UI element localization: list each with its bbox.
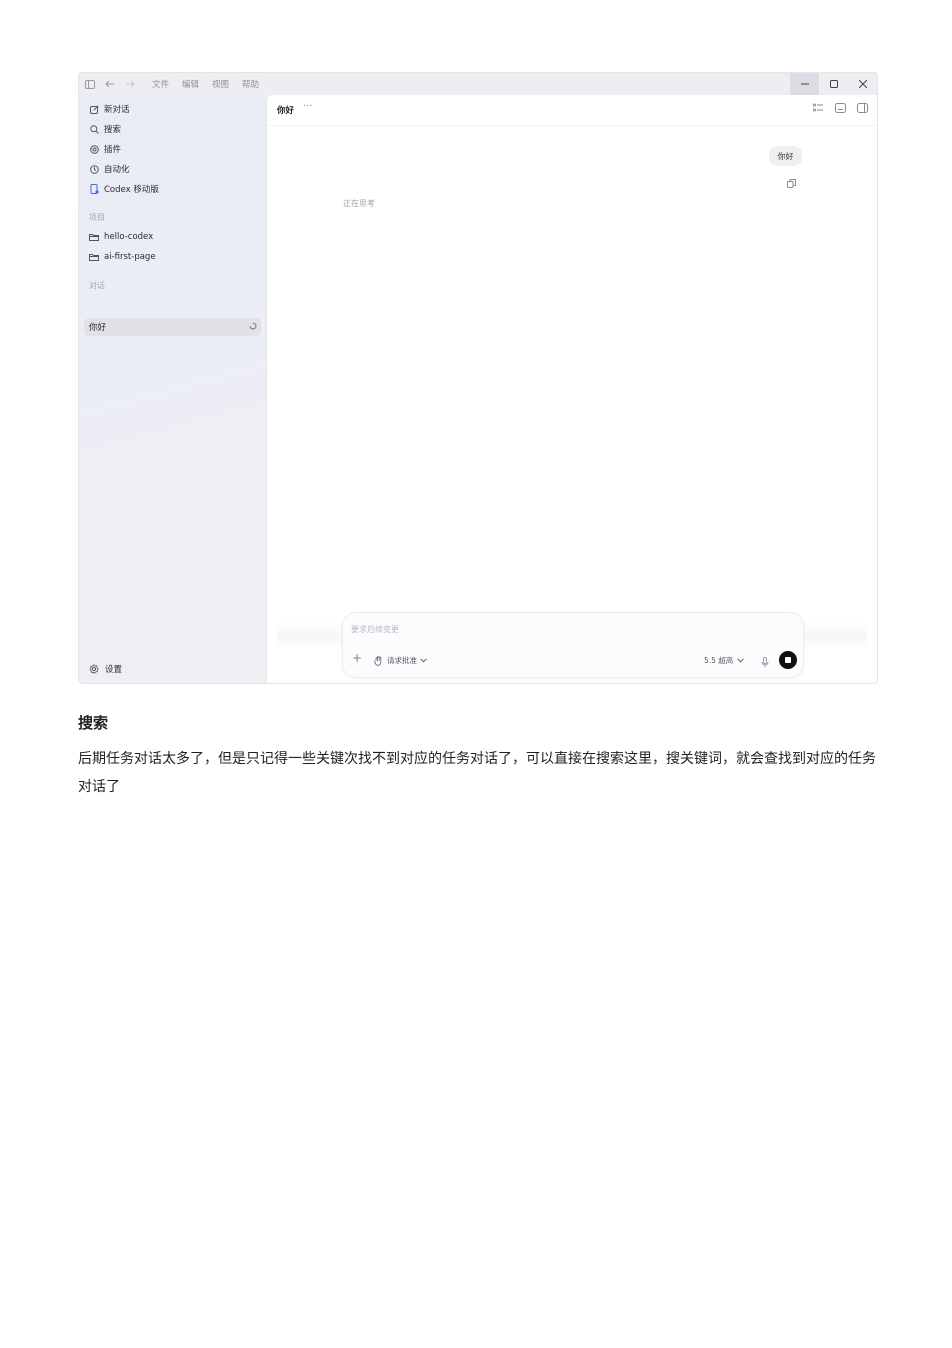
project-item[interactable]: ai-first-page	[89, 248, 156, 266]
folder-icon	[89, 232, 99, 242]
more-options-button[interactable]: ···	[303, 101, 313, 112]
composer[interactable]: 要求后续变更 + 请求批准 5.5 超高	[342, 612, 804, 678]
chat-label: 你好	[89, 323, 107, 333]
stop-button[interactable]	[779, 651, 797, 669]
app-window: 文件 编辑 视图 帮助 新对话 搜索 插件 自动化 Codex 移动版 项目 h…	[78, 72, 878, 684]
panel-toggle-icon[interactable]	[857, 103, 869, 115]
sidebar-item-new-chat[interactable]: 新对话	[89, 100, 130, 118]
model-label: 5.5 超高	[704, 656, 734, 665]
sidebar-item-automation[interactable]: 自动化	[89, 160, 130, 178]
menu-help[interactable]: 帮助	[242, 78, 259, 90]
forward-arrow-icon[interactable]	[123, 77, 137, 91]
projects-section-label: 项目	[89, 213, 105, 222]
sidebar-item-label: 自动化	[104, 165, 130, 175]
composer-input[interactable]: 要求后续变更	[351, 624, 399, 635]
sidebar-toggle-icon[interactable]	[83, 77, 97, 91]
gear-icon	[89, 664, 99, 674]
clock-icon	[89, 164, 99, 174]
chevron-down-icon	[420, 658, 427, 663]
sidebar-item-mobile[interactable]: Codex 移动版	[89, 180, 159, 198]
project-item[interactable]: hello-codex	[89, 228, 153, 246]
copy-icon[interactable]	[787, 173, 797, 188]
section-heading: 搜索	[78, 714, 109, 732]
phone-icon	[89, 184, 99, 194]
sidebar-item-plugins[interactable]: 插件	[89, 140, 121, 158]
close-button[interactable]	[848, 73, 877, 95]
chat-header: 你好 ···	[267, 95, 877, 126]
thinking-status: 正在思考	[343, 199, 375, 208]
loading-spinner-icon	[249, 322, 257, 333]
folder-icon	[89, 252, 99, 262]
terminal-icon[interactable]	[835, 103, 847, 115]
menu-view[interactable]: 视图	[212, 78, 229, 90]
microphone-icon[interactable]	[761, 653, 771, 668]
section-paragraph: 后期任务对话太多了，但是只记得一些关键次找不到对应的任务对话了，可以直接在搜索这…	[78, 751, 876, 795]
chat-item[interactable]: 你好	[89, 318, 257, 336]
chevron-down-icon	[737, 658, 745, 663]
project-label: hello-codex	[104, 232, 154, 242]
at-icon	[89, 144, 99, 154]
sidebar-item-label: 插件	[104, 145, 122, 155]
main-panel: 你好 ··· 你好 正在思考 要求后续变更 + 请求批准 5.5 超高	[266, 95, 877, 683]
sidebar-item-search[interactable]: 搜索	[89, 120, 121, 138]
user-message-bubble: 你好	[769, 146, 802, 166]
titlebar: 文件 编辑 视图 帮助	[79, 73, 877, 95]
sidebar-item-label: Codex 移动版	[104, 185, 159, 195]
approval-label: 请求批准	[387, 656, 417, 665]
settings-button[interactable]: 设置	[89, 661, 122, 677]
hand-icon	[374, 655, 382, 666]
project-label: ai-first-page	[104, 252, 156, 262]
edit-icon	[89, 104, 99, 114]
chats-section-label: 对话	[89, 281, 105, 290]
list-icon[interactable]	[813, 103, 825, 115]
stop-icon	[785, 657, 791, 663]
sidebar-item-label: 新对话	[104, 105, 130, 115]
menu-edit[interactable]: 编辑	[182, 78, 199, 90]
add-attachment-button[interactable]: +	[352, 651, 362, 665]
sidebar-item-label: 搜索	[104, 125, 122, 135]
search-icon	[89, 124, 99, 134]
chat-title: 你好	[277, 106, 295, 116]
back-arrow-icon[interactable]	[103, 77, 117, 91]
minimize-button[interactable]	[790, 73, 819, 95]
sidebar: 新对话 搜索 插件 自动化 Codex 移动版 项目 hello-codex a…	[79, 95, 266, 683]
maximize-button[interactable]	[819, 73, 848, 95]
settings-label: 设置	[105, 665, 123, 675]
approval-dropdown[interactable]: 请求批准	[374, 655, 427, 666]
menu-file[interactable]: 文件	[152, 78, 169, 90]
model-dropdown[interactable]: 5.5 超高	[704, 655, 745, 666]
